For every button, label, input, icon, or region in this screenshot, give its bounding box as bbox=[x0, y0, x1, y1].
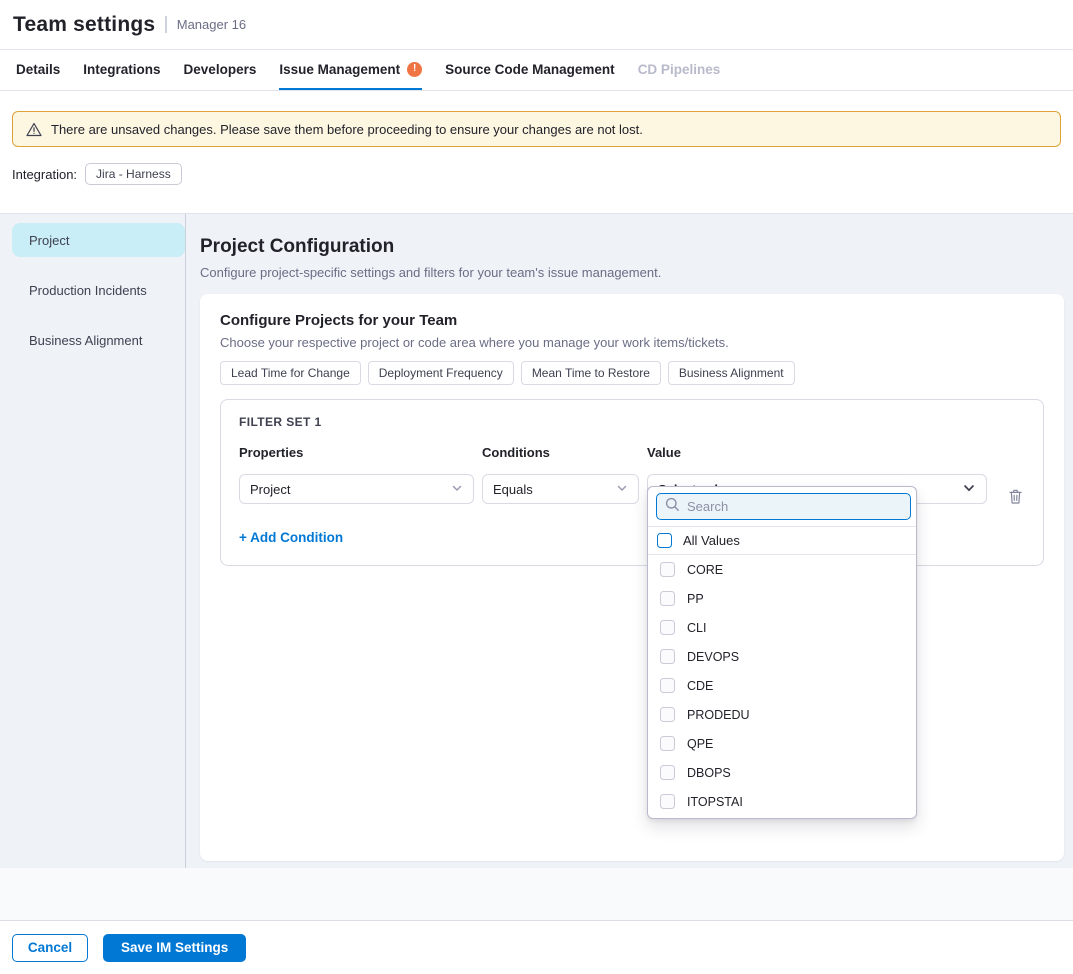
dropdown-option-cde[interactable]: CDE bbox=[648, 671, 916, 700]
im-sidebar: Project Production Incidents Business Al… bbox=[0, 214, 186, 868]
option-checkbox[interactable] bbox=[660, 649, 675, 664]
search-icon bbox=[665, 497, 680, 517]
unsaved-changes-badge-icon: ! bbox=[407, 62, 422, 77]
properties-column-header: Properties bbox=[239, 445, 474, 460]
card-title: Configure Projects for your Team bbox=[220, 312, 1044, 329]
dropdown-search-section bbox=[648, 487, 916, 527]
warning-triangle-icon bbox=[26, 122, 42, 137]
option-checkbox[interactable] bbox=[660, 707, 675, 722]
chip-business-alignment[interactable]: Business Alignment bbox=[668, 361, 795, 385]
section-subtitle: Configure project-specific settings and … bbox=[200, 265, 1064, 280]
chip-mean-time-to-restore[interactable]: Mean Time to Restore bbox=[521, 361, 661, 385]
value-column-header: Value bbox=[647, 445, 987, 460]
integration-chip[interactable]: Jira - Harness bbox=[85, 163, 182, 185]
tab-issue-management[interactable]: Issue Management ! bbox=[279, 50, 422, 90]
tab-cd-pipelines: CD Pipelines bbox=[638, 50, 721, 90]
bottom-spacer bbox=[0, 868, 1073, 920]
search-box[interactable] bbox=[656, 493, 911, 520]
chevron-down-icon bbox=[616, 482, 628, 497]
footer-action-bar: Cancel Save IM Settings bbox=[0, 920, 1073, 974]
tab-source-code-management[interactable]: Source Code Management bbox=[445, 50, 615, 90]
team-name: Manager 16 bbox=[177, 17, 246, 32]
conditions-select[interactable]: Equals bbox=[482, 474, 639, 504]
chip-lead-time-for-change[interactable]: Lead Time for Change bbox=[220, 361, 361, 385]
page-title: Team settings bbox=[13, 13, 155, 37]
chevron-down-icon bbox=[962, 481, 976, 498]
all-values-checkbox[interactable] bbox=[657, 533, 672, 548]
properties-column: Properties Project bbox=[239, 445, 474, 504]
dropdown-option-itopstai[interactable]: ITOPSTAI bbox=[648, 787, 916, 816]
all-values-option[interactable]: All Values bbox=[648, 527, 916, 555]
save-im-settings-button[interactable]: Save IM Settings bbox=[103, 934, 246, 962]
dropdown-option-prodedu[interactable]: PRODEDU bbox=[648, 700, 916, 729]
option-checkbox[interactable] bbox=[660, 591, 675, 606]
search-input[interactable] bbox=[687, 499, 902, 514]
unsaved-changes-banner: There are unsaved changes. Please save t… bbox=[12, 111, 1061, 147]
filter-condition-row: Properties Project Conditions Equals bbox=[239, 445, 1025, 511]
tab-integrations[interactable]: Integrations bbox=[83, 50, 160, 90]
section-title: Project Configuration bbox=[200, 236, 1064, 258]
tab-details[interactable]: Details bbox=[16, 50, 60, 90]
values-dropdown: All Values CORE PP bbox=[647, 486, 917, 819]
add-condition-button[interactable]: + Add Condition bbox=[239, 530, 343, 545]
dropdown-option-qpe[interactable]: QPE bbox=[648, 729, 916, 758]
filter-set-title: FILTER SET 1 bbox=[239, 415, 1025, 429]
option-checkbox[interactable] bbox=[660, 620, 675, 635]
sidebar-item-business-alignment[interactable]: Business Alignment bbox=[12, 323, 185, 357]
sidebar-item-production-incidents[interactable]: Production Incidents bbox=[12, 273, 185, 307]
option-checkbox[interactable] bbox=[660, 562, 675, 577]
option-checkbox[interactable] bbox=[660, 736, 675, 751]
option-checkbox[interactable] bbox=[660, 765, 675, 780]
trash-icon bbox=[1008, 488, 1023, 508]
card-subtitle: Choose your respective project or code a… bbox=[220, 335, 1044, 350]
integration-row: Integration: Jira - Harness bbox=[12, 162, 1061, 186]
filter-set-panel: FILTER SET 1 Properties Project bbox=[220, 399, 1044, 566]
chevron-down-icon bbox=[451, 482, 463, 497]
option-checkbox[interactable] bbox=[660, 794, 675, 809]
dropdown-option-cli[interactable]: CLI bbox=[648, 613, 916, 642]
delete-condition-button[interactable] bbox=[1005, 485, 1026, 511]
configure-projects-card: Configure Projects for your Team Choose … bbox=[200, 294, 1064, 861]
dropdown-option-pp[interactable]: PP bbox=[648, 584, 916, 613]
metric-chips-row: Lead Time for Change Deployment Frequenc… bbox=[220, 361, 1044, 385]
dropdown-option-dbops[interactable]: DBOPS bbox=[648, 758, 916, 787]
page-header: Team settings Manager 16 bbox=[0, 0, 1073, 50]
settings-tab-bar: Details Integrations Developers Issue Ma… bbox=[0, 50, 1073, 91]
main-area: Project Production Incidents Business Al… bbox=[0, 213, 1073, 868]
header-divider bbox=[165, 16, 167, 33]
sidebar-item-project[interactable]: Project bbox=[12, 223, 185, 257]
dropdown-option-pipe[interactable]: PIPE bbox=[648, 816, 916, 819]
integration-label: Integration: bbox=[12, 167, 77, 182]
dropdown-option-devops[interactable]: DEVOPS bbox=[648, 642, 916, 671]
value-column: Value Select values... bbox=[647, 445, 987, 504]
tab-developers[interactable]: Developers bbox=[184, 50, 257, 90]
option-checkbox[interactable] bbox=[660, 678, 675, 693]
all-values-label: All Values bbox=[683, 533, 740, 548]
properties-select[interactable]: Project bbox=[239, 474, 474, 504]
pre-main-section: There are unsaved changes. Please save t… bbox=[0, 111, 1073, 210]
banner-text: There are unsaved changes. Please save t… bbox=[51, 122, 643, 137]
cancel-button[interactable]: Cancel bbox=[12, 934, 88, 962]
conditions-column: Conditions Equals bbox=[482, 445, 639, 504]
conditions-column-header: Conditions bbox=[482, 445, 639, 460]
chip-deployment-frequency[interactable]: Deployment Frequency bbox=[368, 361, 514, 385]
dropdown-option-core[interactable]: CORE bbox=[648, 555, 916, 584]
project-configuration-section: Project Configuration Configure project-… bbox=[186, 214, 1073, 868]
